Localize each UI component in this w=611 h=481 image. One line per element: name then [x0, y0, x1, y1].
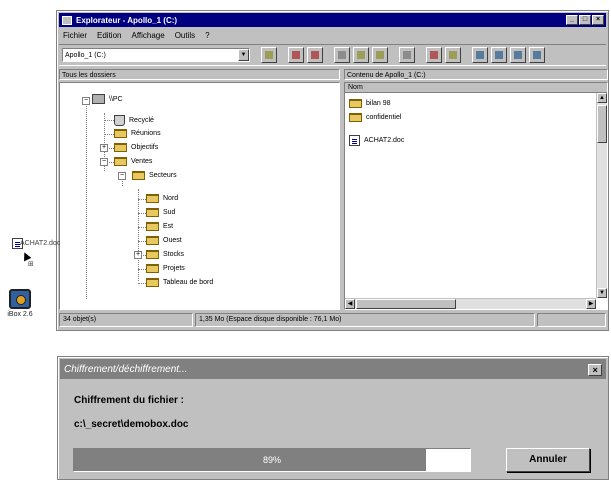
- menu-help[interactable]: ?: [205, 31, 209, 40]
- folder-icon: [146, 278, 159, 287]
- copy-icon[interactable]: [353, 47, 369, 63]
- tree-item-recycle[interactable]: Recyclé: [114, 115, 154, 126]
- files-pane-header: Contenu de Apollo_1 (C:): [344, 69, 608, 80]
- status-extra: [537, 313, 606, 327]
- folder-tree[interactable]: − \\PC Recyclé Réunions + Objectifs − Ve…: [59, 82, 340, 310]
- tree-item-root[interactable]: \\PC: [92, 94, 123, 104]
- folder-icon: [146, 222, 159, 231]
- list-item[interactable]: confidentiel: [349, 113, 401, 122]
- tree-item-objectifs[interactable]: Objectifs: [114, 143, 158, 152]
- folder-icon: [349, 99, 362, 108]
- menu-affichage[interactable]: Affichage: [131, 31, 164, 40]
- menu-bar: Fichier Edition Affichage Outils ?: [59, 29, 606, 41]
- menu-fichier[interactable]: Fichier: [63, 31, 87, 40]
- paste-icon[interactable]: [372, 47, 388, 63]
- computer-icon: [92, 94, 105, 104]
- ibox-app-icon: [9, 289, 31, 309]
- vertical-scrollbar[interactable]: [596, 93, 607, 298]
- hscroll-thumb[interactable]: [356, 299, 456, 309]
- progress-bar: 89%: [73, 448, 471, 472]
- tree-item-reunions[interactable]: Réunions: [114, 129, 161, 138]
- details-view-icon[interactable]: [529, 47, 545, 63]
- open-folder-icon: [132, 171, 145, 180]
- drag-ghost-label: ACHAT2.doc: [20, 240, 61, 247]
- recycle-bin-icon: [114, 115, 125, 126]
- copy-plus-icon: ⊞: [28, 261, 34, 268]
- dialog-titlebar[interactable]: Chiffrement/déchiffrement... ×: [60, 359, 606, 379]
- tree-item-ouest[interactable]: Ouest: [146, 236, 182, 245]
- explorer-titlebar[interactable]: Explorateur - Apollo_1 (C:) _ □ ×: [59, 13, 606, 27]
- menu-edition[interactable]: Edition: [97, 31, 121, 40]
- dialog-title: Chiffrement/déchiffrement...: [64, 363, 188, 375]
- up-folder-icon[interactable]: [261, 47, 277, 63]
- desktop-icon-label: iBox 2.6: [7, 311, 33, 318]
- list-item[interactable]: ACHAT2.doc: [349, 135, 404, 146]
- delete-icon[interactable]: [426, 47, 442, 63]
- desktop-icon-ibox[interactable]: iBox 2.6: [4, 289, 36, 323]
- tree-item-est[interactable]: Est: [146, 222, 173, 231]
- minimize-button[interactable]: _: [566, 15, 578, 25]
- cancel-button[interactable]: Annuler: [506, 448, 590, 472]
- toolbar: Apollo_1 (C:) ▼: [59, 44, 606, 66]
- tree-item-nord[interactable]: Nord: [146, 194, 178, 203]
- drive-combo[interactable]: Apollo_1 (C:) ▼: [62, 48, 250, 62]
- tree-item-stocks[interactable]: Stocks: [146, 250, 184, 259]
- undo-icon[interactable]: [399, 47, 415, 63]
- drag-ghost: ACHAT2.doc ⊞: [12, 236, 72, 270]
- map-drive-icon[interactable]: [288, 47, 304, 63]
- collapse-root-toggle[interactable]: −: [82, 97, 90, 105]
- folder-icon: [114, 157, 127, 166]
- folder-icon: [146, 208, 159, 217]
- folder-icon: [146, 250, 159, 259]
- scroll-left-icon[interactable]: ◀: [345, 299, 355, 309]
- properties-icon[interactable]: [445, 47, 461, 63]
- status-disk-space: 1,35 Mo (Espace disque disponible : 76,1…: [195, 313, 535, 327]
- drive-combo-value: Apollo_1 (C:): [65, 51, 106, 59]
- progress-percent: 89%: [262, 455, 281, 465]
- dialog-close-button[interactable]: ×: [588, 364, 602, 376]
- folder-icon: [349, 113, 362, 122]
- chevron-down-icon[interactable]: ▼: [238, 49, 249, 61]
- list-item[interactable]: bilan 98: [349, 99, 391, 108]
- explorer-app-icon: [62, 15, 72, 25]
- menu-outils[interactable]: Outils: [175, 31, 195, 40]
- explorer-window: Explorateur - Apollo_1 (C:) _ □ × Fichie…: [56, 10, 609, 331]
- tree-pane-header: Tous les dossiers: [59, 69, 340, 80]
- scroll-down-icon[interactable]: ▼: [597, 288, 607, 298]
- scroll-right-icon[interactable]: ▶: [586, 299, 596, 309]
- tree-item-ventes[interactable]: Ventes: [114, 157, 152, 166]
- tree-item-projets[interactable]: Projets: [146, 264, 185, 273]
- maximize-button[interactable]: □: [579, 15, 591, 25]
- file-list[interactable]: Nom bilan 98 confidentiel ACHAT2.doc ▲ ▼…: [344, 82, 608, 310]
- explorer-title: Explorateur - Apollo_1 (C:): [76, 15, 178, 25]
- horizontal-scrollbar[interactable]: ◀ ▶: [345, 298, 596, 309]
- document-icon: [349, 135, 360, 146]
- cut-icon[interactable]: [334, 47, 350, 63]
- collapse-ventes-toggle[interactable]: −: [100, 158, 108, 166]
- dialog-file-path: c:\_secret\demobox.doc: [74, 419, 189, 430]
- close-button[interactable]: ×: [592, 15, 604, 25]
- status-object-count: 34 objet(s): [59, 313, 193, 327]
- folder-icon: [146, 194, 159, 203]
- scroll-up-icon[interactable]: ▲: [597, 93, 607, 103]
- scroll-thumb[interactable]: [597, 105, 607, 143]
- expand-objectifs-toggle[interactable]: +: [100, 144, 108, 152]
- encryption-dialog: Chiffrement/déchiffrement... × Chiffreme…: [57, 356, 609, 480]
- folder-icon: [146, 264, 159, 273]
- column-header-name[interactable]: Nom: [345, 83, 607, 93]
- small-icons-icon[interactable]: [491, 47, 507, 63]
- folder-icon: [114, 129, 127, 138]
- folder-icon: [114, 143, 127, 152]
- folder-icon: [146, 236, 159, 245]
- expand-stocks-toggle[interactable]: +: [134, 251, 142, 259]
- disconnect-drive-icon[interactable]: [307, 47, 323, 63]
- dialog-message: Chiffrement du fichier :: [74, 395, 185, 406]
- large-icons-icon[interactable]: [472, 47, 488, 63]
- collapse-secteurs-toggle[interactable]: −: [118, 172, 126, 180]
- tree-item-tableau[interactable]: Tableau de bord: [146, 278, 213, 287]
- status-bar: 34 objet(s) 1,35 Mo (Espace disque dispo…: [59, 313, 606, 327]
- tree-item-sud[interactable]: Sud: [146, 208, 175, 217]
- tree-item-secteurs[interactable]: Secteurs: [132, 171, 177, 180]
- list-view-icon[interactable]: [510, 47, 526, 63]
